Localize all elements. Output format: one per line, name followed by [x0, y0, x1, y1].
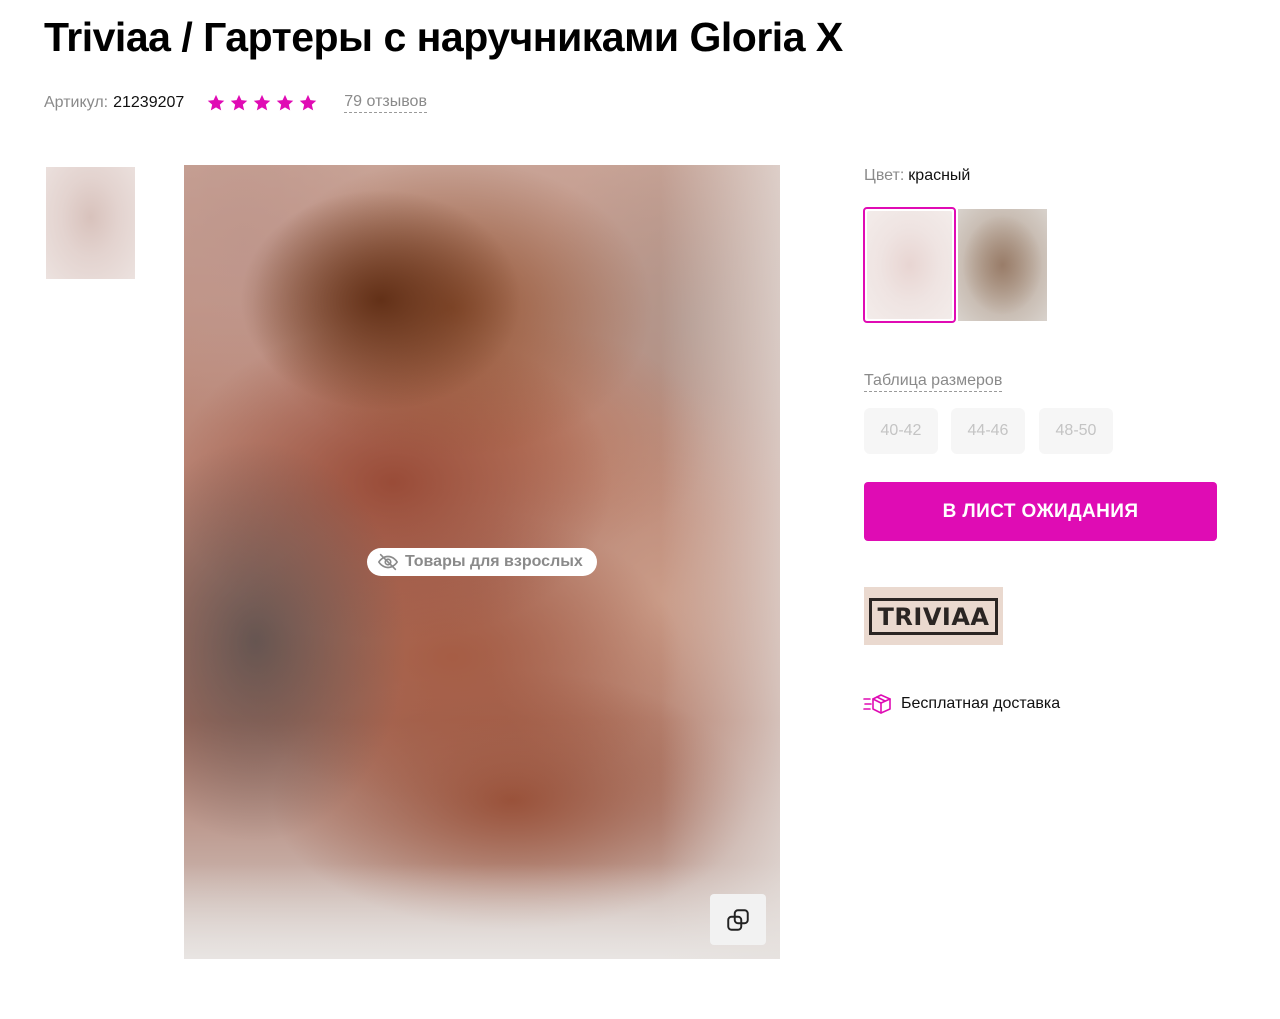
size-option[interactable]: 40-42	[864, 408, 938, 454]
add-to-waitlist-button[interactable]: В ЛИСТ ОЖИДАНИЯ	[864, 482, 1217, 541]
brand-logo[interactable]: TRIVIAA	[864, 587, 1003, 645]
free-delivery-info: Бесплатная доставка	[863, 692, 1060, 716]
color-selector-label: Цвет: красный	[864, 167, 970, 185]
size-option[interactable]: 44-46	[951, 408, 1025, 454]
size-option[interactable]: 48-50	[1039, 408, 1113, 454]
color-value: красный	[908, 167, 971, 184]
star-icon	[206, 93, 226, 113]
eye-off-icon	[377, 551, 399, 573]
size-table-link[interactable]: Таблица размеров	[864, 372, 1003, 392]
color-swatch[interactable]	[958, 209, 1047, 321]
product-title: Triviaa / Гартеры с наручниками Gloria X	[44, 14, 843, 60]
rating-stars	[206, 93, 318, 113]
product-meta: Артикул: 21239207 79 отзывов	[44, 91, 427, 115]
article-label: Артикул:	[44, 94, 109, 111]
brand-logo-text: TRIVIAA	[868, 597, 999, 635]
adult-badge-text: Товары для взрослых	[405, 553, 583, 570]
color-label: Цвет:	[864, 167, 905, 184]
star-icon	[275, 93, 295, 113]
star-icon	[298, 93, 318, 113]
copy-image-button[interactable]	[710, 894, 766, 945]
copy-icon	[727, 908, 749, 931]
star-icon	[229, 93, 249, 113]
gallery-thumbnail[interactable]	[46, 167, 135, 279]
product-main-image[interactable]: Товары для взрослых	[184, 165, 780, 959]
color-swatch-selected[interactable]	[863, 207, 956, 323]
delivery-box-icon	[863, 692, 893, 716]
article-number: 21239207	[113, 94, 185, 111]
adult-content-badge[interactable]: Товары для взрослых	[367, 548, 597, 576]
reviews-link[interactable]: 79 отзывов	[344, 93, 427, 113]
delivery-text: Бесплатная доставка	[901, 695, 1061, 712]
star-icon	[252, 93, 272, 113]
